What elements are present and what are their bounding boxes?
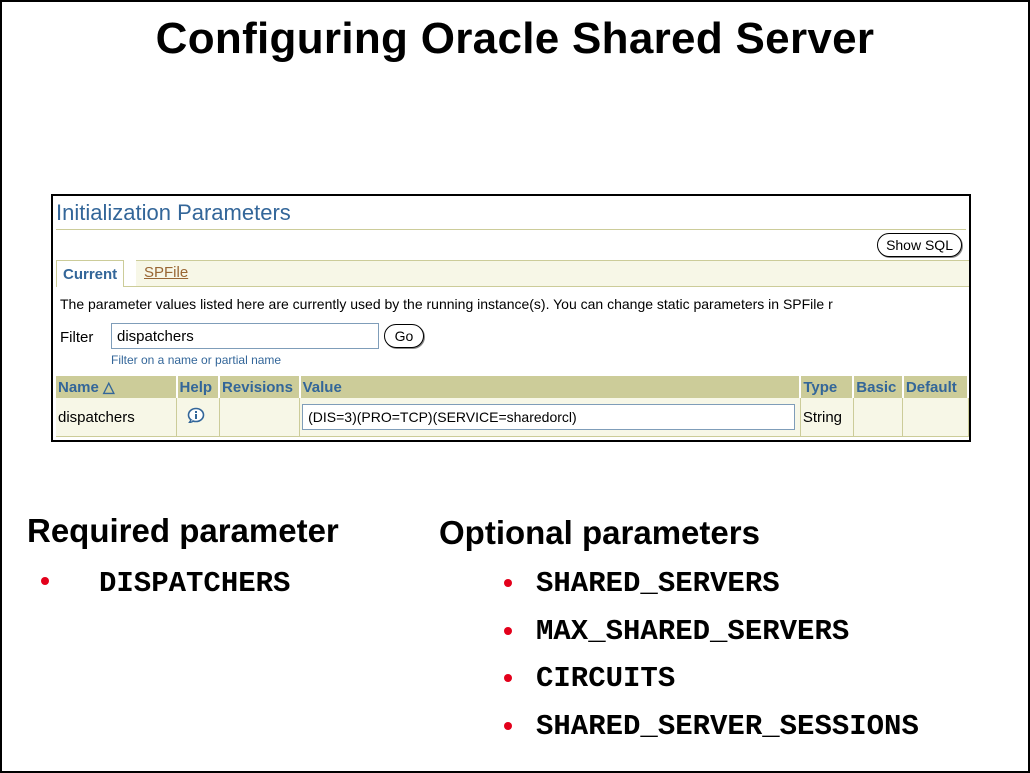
tab-spfile[interactable]: SPFile (136, 260, 969, 286)
description-text: The parameter values listed here are cur… (60, 296, 833, 312)
filter-input[interactable]: dispatchers (111, 323, 379, 349)
parameters-table: Name △ Help Revisions Value Type Basic D… (56, 376, 969, 437)
tab-spfile-label[interactable]: SPFile (144, 264, 188, 281)
filter-hint: Filter on a name or partial name (111, 353, 282, 367)
column-header-type: Type (800, 376, 855, 398)
param-value-cell: (DIS=3)(PRO=TCP)(SERVICE=sharedorcl) (299, 398, 801, 437)
param-name: dispatchers (56, 398, 178, 437)
title-divider (56, 229, 966, 230)
table-row: dispatchers (DIS=3)(PRO=TCP)(SERVICE=sha… (56, 398, 969, 437)
column-header-default: Default (902, 376, 969, 398)
bullet-icon (504, 722, 512, 730)
column-header-name[interactable]: Name △ (56, 376, 178, 398)
column-header-revisions: Revisions (219, 376, 301, 398)
optional-item-max-shared-servers: MAX_SHARED_SERVERS (536, 615, 850, 648)
column-header-value: Value (299, 376, 802, 398)
param-revisions (219, 398, 301, 437)
bullet-icon (41, 577, 49, 585)
bullet-icon (504, 579, 512, 587)
bullet-icon (504, 627, 512, 635)
optional-heading: Optional parameters (439, 514, 760, 551)
filter-label: Filter (60, 329, 94, 346)
info-icon[interactable] (187, 407, 205, 427)
tab-current[interactable]: Current (56, 260, 125, 287)
column-header-basic: Basic (853, 376, 904, 398)
tab-bar: Current SPFile (56, 260, 969, 287)
required-heading: Required parameter (27, 512, 339, 549)
param-help-cell (176, 398, 220, 437)
go-button[interactable]: Go (384, 324, 424, 348)
column-header-help: Help (176, 376, 221, 398)
show-sql-button[interactable]: Show SQL (877, 233, 962, 257)
optional-item-shared-servers: SHARED_SERVERS (536, 567, 780, 600)
optional-item-shared-server-sessions: SHARED_SERVER_SESSIONS (536, 710, 919, 743)
page-title: Initialization Parameters (56, 200, 291, 225)
required-item-dispatchers: DISPATCHERS (99, 567, 291, 600)
bullet-icon (504, 674, 512, 682)
param-default (902, 398, 969, 437)
initialization-parameters-screenshot: Initialization Parameters Show SQL Curre… (51, 194, 971, 442)
slide-title: Configuring Oracle Shared Server (155, 14, 875, 63)
optional-item-circuits: CIRCUITS (536, 662, 676, 695)
table-header-row: Name △ Help Revisions Value Type Basic D… (56, 376, 969, 398)
param-type: String (800, 398, 854, 437)
param-value-input[interactable]: (DIS=3)(PRO=TCP)(SERVICE=sharedorcl) (302, 404, 796, 430)
param-basic (853, 398, 904, 437)
